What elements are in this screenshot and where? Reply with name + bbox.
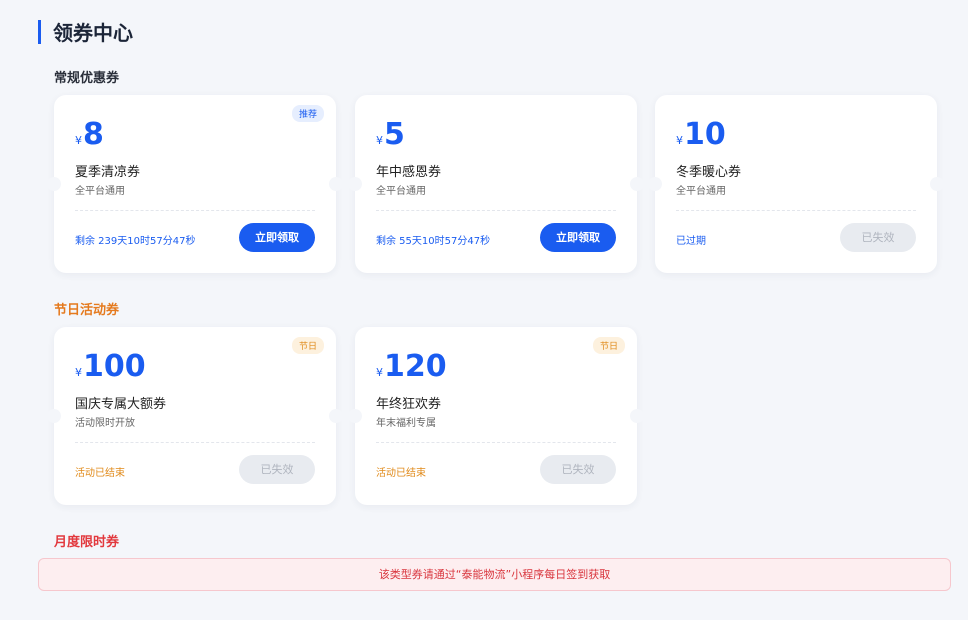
recommend-badge: 推荐 bbox=[291, 105, 324, 122]
page-header: 领券中心 bbox=[38, 17, 133, 46]
page-title: 领券中心 bbox=[53, 21, 133, 45]
coupon-name: 冬季暖心券 bbox=[676, 165, 742, 180]
divider bbox=[676, 210, 916, 211]
holiday-badge: 节日 bbox=[291, 337, 324, 354]
coupon-status: 活动已结束 bbox=[376, 468, 426, 479]
monthly-notice: 该类型券请通过“泰能物流”小程序每日签到获取 bbox=[38, 558, 951, 591]
coupon-countdown: 剩余 239天10时57分47秒 bbox=[75, 236, 196, 247]
expired-button[interactable]: 已失效 bbox=[540, 455, 616, 484]
coupon-desc: 全平台通用 bbox=[75, 186, 125, 197]
coupon-desc: 年末福利专属 bbox=[376, 418, 436, 429]
coupon-amount: ¥8 bbox=[75, 117, 104, 152]
coupon-countdown: 剩余 55天10时57分47秒 bbox=[376, 236, 491, 247]
divider bbox=[376, 442, 616, 443]
claim-button[interactable]: 立即领取 bbox=[239, 223, 315, 252]
coupon-card-summer: 推荐 ¥8 夏季清凉券 全平台通用 剩余 239天10时57分47秒 立即领取 bbox=[47, 95, 343, 273]
coupon-name: 年终狂欢券 bbox=[376, 397, 442, 412]
divider bbox=[75, 442, 315, 443]
divider bbox=[75, 210, 315, 211]
coupon-card-winter: ¥10 冬季暖心券 全平台通用 已过期 已失效 bbox=[648, 95, 944, 273]
claim-button[interactable]: 立即领取 bbox=[540, 223, 616, 252]
coupon-card-year-end: 节日 ¥120 年终狂欢券 年末福利专属 活动已结束 已失效 bbox=[348, 327, 644, 505]
currency-symbol: ¥ bbox=[75, 366, 82, 379]
coupon-desc: 全平台通用 bbox=[376, 186, 426, 197]
coupon-amount: ¥10 bbox=[676, 117, 726, 152]
holiday-badge: 节日 bbox=[592, 337, 625, 354]
coupon-name: 夏季清凉券 bbox=[75, 165, 141, 180]
coupon-status: 活动已结束 bbox=[75, 468, 125, 479]
section-title-holiday: 节日活动券 bbox=[54, 303, 120, 318]
coupon-name: 年中感恩券 bbox=[376, 165, 442, 180]
coupon-name: 国庆专属大额券 bbox=[75, 397, 167, 412]
expired-button[interactable]: 已失效 bbox=[840, 223, 916, 252]
section-title-regular: 常规优惠券 bbox=[54, 71, 120, 86]
divider bbox=[376, 210, 616, 211]
currency-symbol: ¥ bbox=[376, 134, 383, 147]
coupon-amount: ¥5 bbox=[376, 117, 405, 152]
coupon-desc: 活动限时开放 bbox=[75, 418, 135, 429]
coupon-card-midyear: ¥5 年中感恩券 全平台通用 剩余 55天10时57分47秒 立即领取 bbox=[348, 95, 644, 273]
coupon-amount: ¥120 bbox=[376, 349, 447, 384]
title-accent-bar bbox=[38, 19, 41, 44]
coupon-card-national-day: 节日 ¥100 国庆专属大额券 活动限时开放 活动已结束 已失效 bbox=[47, 327, 343, 505]
coupon-status: 已过期 bbox=[676, 236, 706, 247]
coupon-desc: 全平台通用 bbox=[676, 186, 726, 197]
currency-symbol: ¥ bbox=[676, 134, 683, 147]
currency-symbol: ¥ bbox=[75, 134, 82, 147]
currency-symbol: ¥ bbox=[376, 366, 383, 379]
expired-button[interactable]: 已失效 bbox=[239, 455, 315, 484]
section-title-monthly: 月度限时券 bbox=[54, 535, 120, 550]
coupon-amount: ¥100 bbox=[75, 349, 146, 384]
